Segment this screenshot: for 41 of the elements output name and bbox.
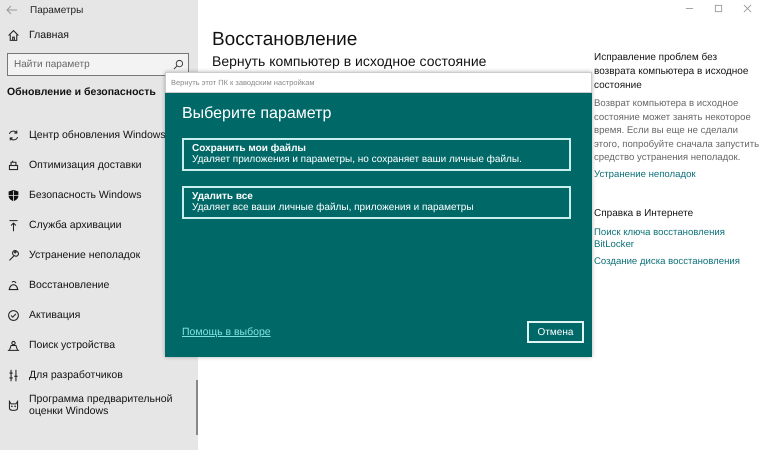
- nav-item[interactable]: Оптимизация доставки: [29, 159, 142, 171]
- scrollbar[interactable]: [196, 380, 198, 435]
- nav-item[interactable]: Центр обновления Windows: [29, 129, 166, 141]
- nav-item[interactable]: Активация: [29, 309, 80, 321]
- nav-item[interactable]: Восстановление: [29, 279, 110, 291]
- delivery-icon: [7, 158, 20, 172]
- cancel-button[interactable]: Отмена: [527, 321, 584, 343]
- cat-icon: [7, 398, 20, 412]
- help-link[interactable]: Создание диска восстановления: [594, 256, 760, 268]
- search-icon: [173, 59, 184, 70]
- option-button[interactable]: Сохранить мои файлы Удаляет приложения и параметры, но сохраняет ваши личные файлы.: [182, 138, 571, 171]
- help-link[interactable]: Устранение неполадок: [594, 168, 760, 180]
- aside-heading: Исправление проблем без возврата компьютера в исходное состояние: [594, 51, 750, 93]
- tools-icon: [7, 368, 20, 382]
- nav-item[interactable]: Поиск устройства: [29, 339, 116, 351]
- person-icon: [7, 338, 20, 352]
- help-link[interactable]: Помощь в выборе: [182, 326, 271, 338]
- upload-icon: [7, 218, 20, 232]
- nav-item[interactable]: Программа предварительной оценки Windows: [29, 393, 198, 417]
- back-arrow-icon[interactable]: [6, 5, 18, 15]
- help-link[interactable]: Поиск ключа восстановления BitLocker: [594, 226, 760, 250]
- shield-icon: [7, 188, 20, 202]
- aside-text: Возврат компьютера в исходное состояние может занять некоторое время. Если вы еще не сделали этого, попробуйте сначала запустить средство устранения неполадок.: [594, 97, 760, 164]
- check-icon: [7, 308, 20, 322]
- close-icon[interactable]: [743, 4, 752, 13]
- nav-item[interactable]: Устранение неполадок: [29, 249, 140, 261]
- nav-item[interactable]: Для разработчиков: [29, 369, 123, 381]
- section-heading: Вернуть компьютер в исходное состояние: [212, 52, 488, 70]
- home-link[interactable]: Главная: [29, 29, 69, 41]
- sync-icon: [7, 128, 20, 142]
- nav-item[interactable]: Служба архивации: [29, 219, 122, 231]
- aside-heading: Справка в Интернете: [594, 206, 694, 220]
- home-icon: [7, 28, 20, 42]
- nav-item[interactable]: Безопасность Windows: [29, 189, 142, 201]
- window-title: Параметры: [30, 4, 84, 16]
- search-field[interactable]: Найти параметр: [7, 53, 189, 76]
- maximize-icon[interactable]: [714, 4, 723, 13]
- dialog-heading: Выберите параметр: [182, 105, 332, 123]
- option-button[interactable]: Удалить все Удаляет все ваши личные файлы, приложения и параметры: [182, 186, 571, 219]
- section-heading: Обновление и безопасность: [7, 86, 156, 98]
- page-title: Восстановление: [212, 28, 358, 52]
